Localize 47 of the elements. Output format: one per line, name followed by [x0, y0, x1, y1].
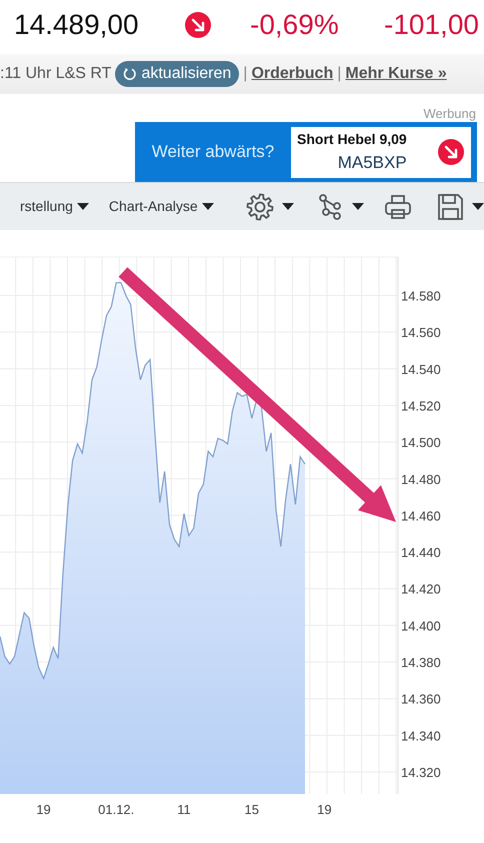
y-axis-label: 14.500: [401, 435, 441, 450]
x-axis-label: 11: [177, 802, 191, 817]
y-axis-label: 14.340: [401, 728, 441, 744]
y-axis-label: 14.320: [401, 765, 441, 780]
y-axis-label: 14.460: [401, 508, 441, 524]
product-code: MA5BXP: [336, 152, 407, 174]
refresh-button[interactable]: aktualisieren: [115, 61, 240, 87]
price-text: 14.489,00: [14, 8, 140, 42]
y-axis-label: 14.560: [401, 325, 441, 340]
x-axis-label: 19: [317, 802, 332, 817]
y-axis-label: 14.380: [401, 655, 441, 670]
y-axis-label: 14.420: [401, 582, 441, 597]
change-percent-text: -0,69%: [250, 8, 340, 42]
separator-text: |: [337, 64, 342, 84]
print-button[interactable]: [384, 192, 412, 220]
caret-icon: [202, 202, 214, 210]
product-name: Short Hebel 9,09: [297, 130, 407, 149]
y-axis-label: 14.540: [401, 362, 441, 377]
caret-icon: [282, 202, 294, 210]
x-axis-label: 01.12.: [98, 802, 134, 817]
save-icon: [436, 192, 464, 220]
y-axis-label: 14.580: [401, 288, 441, 304]
timestamp-text: :11 Uhr L&S RT: [0, 64, 112, 84]
link[interactable]: Orderbuch: [251, 62, 334, 86]
ad-headline: Weiter abwärts?: [150, 141, 276, 164]
ad-banner[interactable]: Weiter abwärts? Short Hebel 9,09 MA5BXP: [135, 122, 477, 182]
caret-icon: [472, 202, 484, 210]
caret-icon: [352, 202, 364, 210]
y-axis-label: 14.440: [401, 545, 441, 560]
toolbar-button[interactable]: [246, 192, 294, 220]
change-value-text: -101,00: [384, 8, 479, 42]
settings-icon: [246, 192, 274, 220]
menu-button[interactable]: Chart-Analyse: [108, 196, 214, 217]
y-axis-label: 14.520: [401, 398, 441, 414]
toolbar-button[interactable]: [436, 192, 484, 220]
separator-text: |: [243, 64, 248, 84]
menu-button[interactable]: rstellung: [20, 196, 89, 217]
link[interactable]: Mehr Kurse »: [345, 62, 447, 86]
caret-icon: [76, 202, 89, 210]
ad-label: Werbung: [422, 105, 477, 122]
print-icon: [384, 192, 412, 220]
y-axis-label: 14.480: [401, 472, 441, 487]
x-axis-label: 19: [36, 802, 51, 817]
y-axis-label: 14.400: [401, 618, 441, 634]
refresh-icon: [123, 67, 138, 81]
y-axis-label: 14.360: [401, 692, 441, 707]
x-axis-label: 15: [244, 802, 259, 817]
